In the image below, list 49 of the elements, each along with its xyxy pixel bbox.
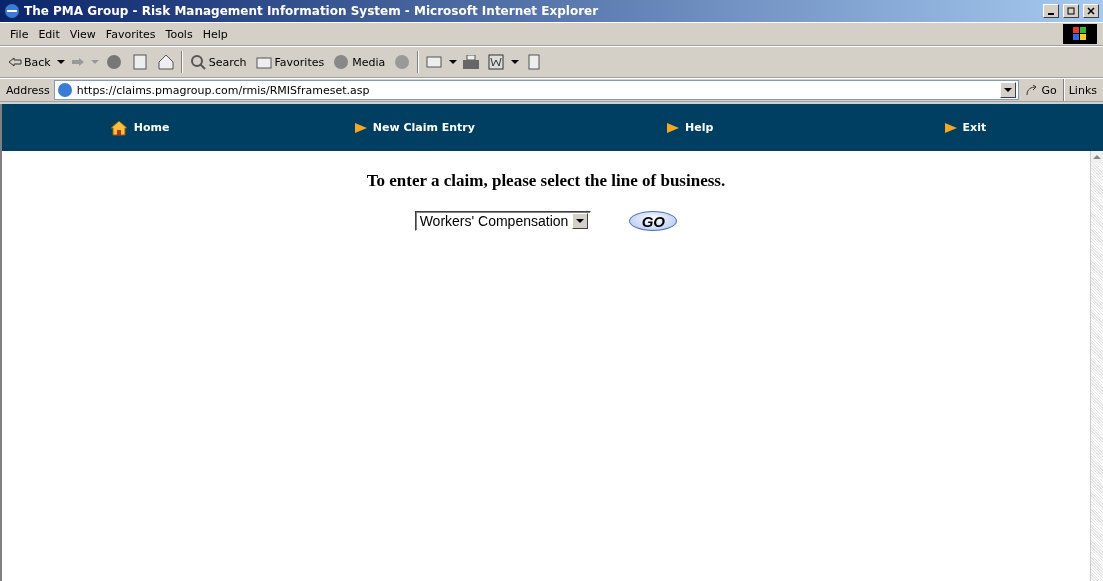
dropdown-button[interactable] xyxy=(1000,82,1017,98)
search-icon xyxy=(188,53,207,71)
arrow-icon xyxy=(944,122,957,133)
scrollbar[interactable] xyxy=(1090,151,1103,581)
back-arrow-icon xyxy=(8,57,22,67)
media-button[interactable]: Media xyxy=(330,51,388,73)
menu-item[interactable]: Help xyxy=(198,25,232,43)
window-title: The PMA Group - Risk Management Information System - Microsoft Internet Explorer xyxy=(24,4,600,18)
menu-item[interactable]: Favorites xyxy=(101,25,160,43)
menu-item[interactable]: File xyxy=(6,25,33,43)
arrow-icon xyxy=(354,122,367,133)
back-button[interactable]: Back xyxy=(6,53,53,71)
business-line-select[interactable]: Workers' Compensation xyxy=(414,211,592,231)
forward-arrow-icon xyxy=(70,57,85,67)
maximize-icon xyxy=(1067,7,1075,15)
address-label: Address xyxy=(6,83,50,97)
caret-icon xyxy=(511,59,520,65)
nav-link[interactable]: New Claim Entry xyxy=(354,121,475,134)
maximize-button[interactable] xyxy=(1063,4,1079,18)
caret-icon xyxy=(449,59,458,65)
print-button[interactable] xyxy=(461,53,482,71)
windows-logo-icon xyxy=(1063,24,1097,44)
favorites-button[interactable]: Favorites xyxy=(252,51,327,73)
printer-icon xyxy=(463,55,480,69)
nav-link[interactable]: Exit xyxy=(944,121,987,134)
arrow-icon xyxy=(666,122,679,133)
menu-item[interactable]: View xyxy=(65,25,100,43)
envelope-icon xyxy=(425,53,444,71)
close-button[interactable] xyxy=(1083,4,1099,18)
nav-link[interactable]: Home xyxy=(109,119,170,136)
address-field[interactable]: https://claims.pmagroup.com/rmis/RMISframeset.asp xyxy=(53,80,1020,100)
instruction-heading: To enter a claim, please select the line of business. xyxy=(366,171,726,191)
caret-icon xyxy=(1004,87,1013,93)
menu-item[interactable]: Tools xyxy=(161,25,197,43)
house-icon xyxy=(156,53,175,71)
menu-item[interactable]: Edit xyxy=(34,25,64,43)
caret-icon xyxy=(576,218,585,224)
caret-icon xyxy=(56,59,65,65)
scroll-up-icon xyxy=(1093,154,1101,160)
go-button[interactable]: Go xyxy=(1023,81,1059,99)
caret-icon xyxy=(90,59,99,65)
search-button[interactable]: Search xyxy=(186,51,249,73)
minimize-button[interactable] xyxy=(1043,4,1059,18)
links-label[interactable]: Links xyxy=(1068,83,1097,97)
word-document-icon xyxy=(487,53,506,71)
go-button[interactable]: GO xyxy=(629,211,678,231)
house-icon xyxy=(109,119,128,136)
close-icon xyxy=(1087,7,1095,15)
nav-link[interactable]: Help xyxy=(666,121,714,134)
